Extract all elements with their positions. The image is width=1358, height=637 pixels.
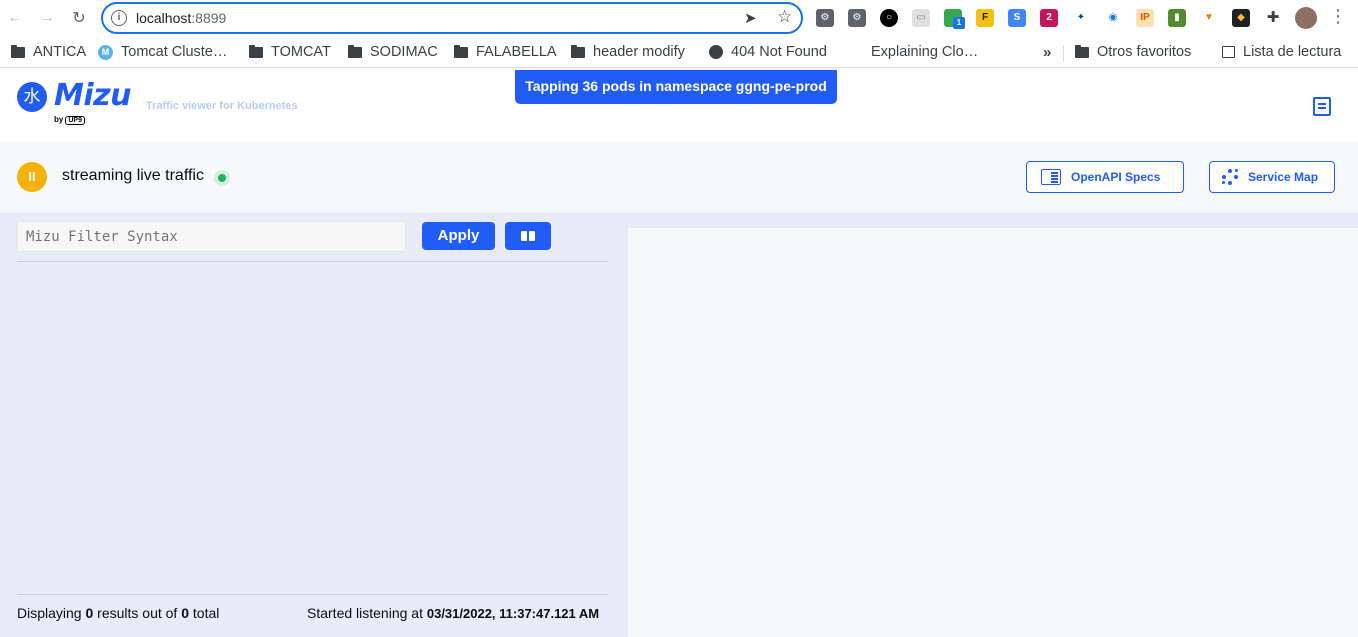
tapping-banner: Tapping 36 pods in namespace ggng-pe-pro… [515, 70, 837, 104]
by-text: by [54, 115, 64, 124]
service-map-button[interactable]: Service Map [1209, 161, 1335, 193]
extension-fox-icon[interactable]: ▼ [1200, 9, 1218, 27]
bookmark-label: Otros favoritos [1097, 44, 1192, 60]
bookmark-star-icon[interactable]: ☆ [777, 7, 792, 27]
globe-icon [709, 45, 723, 59]
entries-list[interactable] [17, 262, 608, 594]
back-icon[interactable]: ← [3, 6, 27, 30]
bookmark-explaining[interactable]: Explaining Clo… [849, 42, 978, 62]
overflow-label: » [1043, 43, 1052, 61]
extension-dark-icon[interactable]: ◆ [1232, 9, 1250, 27]
apply-button[interactable]: Apply [422, 222, 495, 250]
bookmark-label: TOMCAT [271, 44, 331, 60]
url-host: localhost [136, 10, 192, 26]
bookmark-label: header modify [593, 44, 685, 60]
by-up9-logo: by UP9 [54, 115, 85, 125]
up9-brand: UP9 [65, 116, 85, 125]
extension-gear2-icon[interactable]: ⚙ [848, 9, 866, 27]
total-suffix: total [189, 605, 220, 621]
extension-green-square-icon[interactable]: ▮ [1168, 9, 1186, 27]
filter-input[interactable] [17, 221, 406, 252]
openapi-specs-label: OpenAPI Specs [1071, 170, 1161, 184]
displaying-prefix: Displaying [17, 605, 86, 621]
extension-gear-icon[interactable]: ⚙ [816, 9, 834, 27]
extension-ribbon-icon[interactable]: ✦ [1072, 9, 1090, 27]
bookmark-other-favorites[interactable]: Otros favoritos [1075, 42, 1191, 62]
pause-button[interactable]: II [17, 162, 47, 192]
extension-grey-icon[interactable]: ▭ [912, 9, 930, 27]
traffic-main-area: Apply Displaying 0 results out of 0 tota… [0, 213, 1358, 637]
folder-icon [571, 44, 585, 58]
profile-avatar[interactable] [1295, 7, 1317, 29]
bookmark-label: FALABELLA [476, 44, 557, 60]
bookmark-header-modify[interactable]: header modify [571, 42, 685, 62]
folder-icon [1075, 44, 1089, 58]
bookmark-label: ANTICA [33, 44, 87, 60]
started-timestamp: 03/31/2022, 11:37:47.121 AM [426, 606, 600, 621]
total-count: 0 [181, 605, 190, 621]
service-map-label: Service Map [1248, 170, 1319, 184]
extension-yellow-icon[interactable]: F [976, 9, 994, 27]
bookmark-tomcat[interactable]: TOMCAT [249, 42, 331, 62]
extension-green-icon[interactable]: 1 [944, 9, 965, 29]
results-count-text: Displaying 0 results out of 0 total [17, 605, 219, 621]
site-info-icon[interactable]: i [111, 10, 127, 26]
service-map-icon [1222, 169, 1238, 185]
status-bar: II streaming live traffic OpenAPI Specs … [0, 141, 1358, 213]
extension-badge: 1 [953, 17, 965, 29]
send-to-device-icon[interactable]: ➤ [744, 9, 757, 27]
app-tagline: Traffic viewer for Kubernetes [146, 100, 298, 112]
folder-icon [454, 44, 468, 58]
bookmark-antica[interactable]: ANTICA [11, 42, 86, 62]
bookmark-label: Tomcat Cluste… [121, 44, 228, 60]
bookmark-tomcat-cluster[interactable]: M Tomcat Cluste… [98, 42, 227, 62]
bookmark-falabella[interactable]: FALABELLA [454, 42, 557, 62]
openapi-spec-icon [1041, 169, 1061, 185]
openapi-specs-button[interactable]: OpenAPI Specs [1026, 161, 1184, 193]
address-bar[interactable]: i localhost:8899 ➤ ☆ [101, 2, 803, 34]
microsoft-icon [849, 45, 863, 59]
extension-camera-icon[interactable]: ◉ [1104, 9, 1122, 27]
folder-icon [249, 44, 263, 58]
browser-toolbar: ← → ↻ i localhost:8899 ➤ ☆ ⚙ ⚙ ○ ▭ 1 F S… [0, 0, 1358, 36]
reading-list[interactable]: Lista de lectura [1222, 42, 1341, 62]
mizu-logo-icon: 水 [17, 82, 47, 112]
extension-2-icon[interactable]: 2 [1040, 9, 1058, 27]
bookmarks-bar: ANTICA M Tomcat Cluste… TOMCAT SODIMAC FA… [0, 36, 1358, 68]
bookmark-404[interactable]: 404 Not Found [709, 42, 827, 62]
started-listening-text: Started listening at 03/31/2022, 11:37:4… [307, 605, 599, 621]
browser-menu-icon[interactable]: ⋮ [1329, 6, 1347, 27]
documentation-icon[interactable] [1313, 97, 1331, 116]
list-divider-bottom [17, 594, 608, 595]
filter-syntax-guide-book-icon[interactable] [505, 222, 551, 250]
mizu-tile-icon: M [98, 44, 113, 60]
reading-list-icon [1222, 46, 1235, 58]
bookmarks-overflow-icon[interactable]: » [1043, 42, 1051, 62]
bookmark-label: Explaining Clo… [871, 44, 979, 60]
streaming-status-text: streaming live traffic [62, 167, 204, 184]
reload-icon[interactable]: ↻ [67, 6, 91, 30]
bookmark-label: 404 Not Found [731, 44, 827, 60]
url-port: :8899 [191, 10, 227, 26]
results-mid: results out of [93, 605, 182, 621]
started-prefix: Started listening at [307, 605, 427, 621]
extension-circle-icon[interactable]: ○ [880, 9, 898, 27]
folder-icon [11, 44, 25, 58]
extension-blue-s-icon[interactable]: S [1008, 9, 1026, 27]
live-indicator-icon [214, 170, 230, 186]
bookmarks-separator [1063, 45, 1064, 61]
entry-details-panel [628, 228, 1358, 637]
folder-icon [348, 44, 362, 58]
url-text[interactable]: localhost:8899 [136, 10, 226, 26]
mizu-logo-text: Mizu [54, 78, 131, 113]
app-header: 水 Mizu by UP9 Traffic viewer for Kubernet… [0, 68, 1358, 141]
extensions-puzzle-icon[interactable]: ✚ [1264, 9, 1282, 27]
extension-ip-icon[interactable]: IP [1136, 9, 1154, 27]
reading-list-label: Lista de lectura [1243, 44, 1342, 60]
forward-icon[interactable]: → [35, 6, 59, 30]
bookmark-sodimac[interactable]: SODIMAC [348, 42, 438, 62]
bookmark-label: SODIMAC [370, 44, 438, 60]
